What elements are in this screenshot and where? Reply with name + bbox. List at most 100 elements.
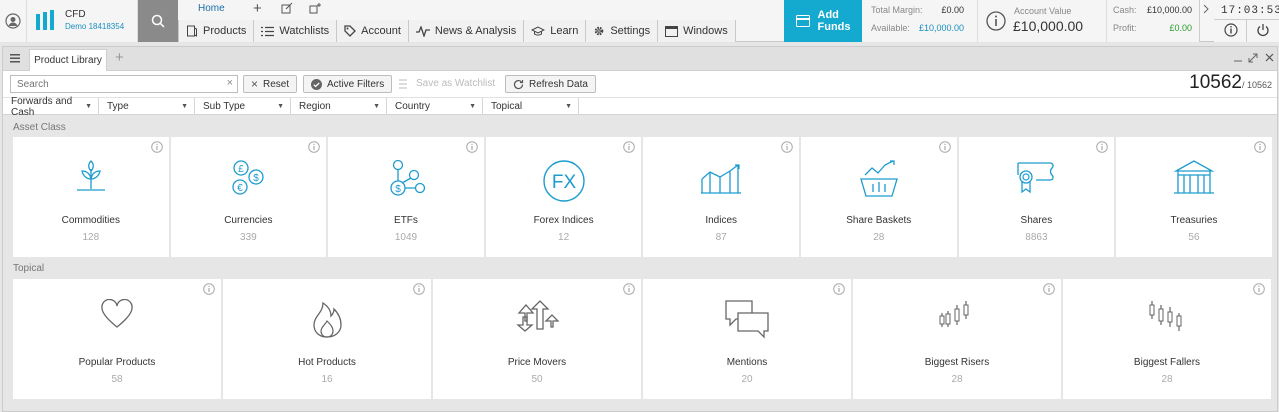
gear-icon: [593, 25, 605, 37]
card-count: 58: [111, 374, 123, 385]
dropdown-arrow-icon: ▼: [181, 103, 188, 110]
dropdown-arrow-icon: ▼: [85, 103, 92, 110]
nav-windows[interactable]: Windows: [657, 20, 736, 42]
info-icon[interactable]: [150, 141, 163, 153]
card-label: Share Baskets: [846, 215, 912, 226]
help-info-icon[interactable]: [1224, 23, 1238, 37]
card-count: 28: [1161, 374, 1173, 385]
save-watchlist-button[interactable]: Save as Watchlist: [399, 78, 495, 89]
card-label: Forex Indices: [533, 215, 594, 226]
clear-search-icon[interactable]: ×: [227, 77, 233, 89]
info-icon[interactable]: [203, 283, 215, 295]
card-icon: [795, 15, 810, 27]
add-panel-tab-icon[interactable]: +: [115, 50, 124, 66]
card-biggest-fallers[interactable]: Biggest Fallers 28: [1063, 279, 1271, 399]
nav-settings[interactable]: Settings: [585, 20, 658, 42]
dropdown-arrow-icon: ▼: [565, 103, 572, 110]
info-icon[interactable]: [986, 11, 1006, 31]
nav-products[interactable]: Products: [178, 20, 254, 42]
card-share-baskets[interactable]: Share Baskets 28: [801, 137, 957, 257]
home-link[interactable]: Home: [198, 3, 225, 14]
power-icon[interactable]: [1256, 23, 1270, 37]
card-forex-indices[interactable]: FX Forex Indices 12: [485, 137, 642, 257]
nav-watchlists[interactable]: Watchlists: [253, 20, 337, 42]
filter-dropdown-forwards-and-cash[interactable]: Forwards and Cash ▼: [3, 96, 99, 118]
available-value: £10,000.00: [918, 23, 964, 33]
info-icon[interactable]: [623, 283, 635, 295]
candles-up-icon: [939, 299, 975, 335]
dropdown-arrow-icon: ▼: [469, 103, 476, 110]
nav-news-analysis[interactable]: News & Analysis: [407, 20, 524, 42]
filter-dropdown-topical[interactable]: Topical ▼: [483, 98, 579, 115]
info-icon[interactable]: [833, 283, 845, 295]
filter-dropdown-sub-type[interactable]: Sub Type ▼: [195, 98, 291, 115]
fx-icon: FX: [542, 159, 586, 203]
refresh-data-button[interactable]: Refresh Data: [505, 75, 596, 93]
new-window-icon[interactable]: [309, 2, 323, 14]
toolbar: × × Reset Active Filters Save as Watchli…: [3, 71, 1277, 97]
card-count: 20: [741, 374, 753, 385]
info-icon[interactable]: [465, 141, 478, 153]
card-label: Biggest Fallers: [1133, 357, 1201, 368]
active-filters-button[interactable]: Active Filters: [303, 75, 393, 93]
info-icon[interactable]: [308, 141, 320, 153]
info-icon[interactable]: [413, 283, 425, 295]
card-indices[interactable]: Indices 87: [643, 137, 799, 257]
filter-label: Sub Type: [203, 101, 246, 112]
account-value-panel: Account Value £10,000.00: [978, 0, 1106, 42]
global-search-button[interactable]: [138, 0, 178, 42]
tab-label: Product Library: [34, 55, 102, 66]
nav-account[interactable]: Account: [336, 20, 408, 42]
info-icon[interactable]: [1096, 141, 1108, 153]
card-treasuries[interactable]: Treasuries 56: [1116, 137, 1272, 257]
expand-icon[interactable]: [1248, 53, 1258, 63]
user-icon[interactable]: [5, 13, 21, 29]
list-add-icon: [399, 79, 407, 88]
card-biggest-risers[interactable]: Biggest Risers 28: [853, 279, 1061, 399]
info-icon[interactable]: [1253, 141, 1266, 153]
card-count: 50: [531, 374, 543, 385]
edit-icon[interactable]: [281, 2, 293, 14]
chevron-right-icon[interactable]: [1203, 4, 1209, 14]
add-funds-line2: Funds: [817, 21, 851, 33]
add-tab-icon[interactable]: +: [253, 1, 262, 16]
card-label: Price Movers: [507, 357, 567, 368]
card-label: Currencies: [224, 215, 273, 226]
close-icon[interactable]: [1265, 53, 1274, 62]
info-icon[interactable]: [938, 141, 951, 153]
total-margin-label: Total Margin:: [871, 5, 923, 15]
filter-dropdown-type[interactable]: Type ▼: [99, 98, 195, 115]
info-icon[interactable]: [623, 141, 636, 153]
filter-bar: Forwards and Cash ▼ Type ▼ Sub Type ▼ Region ▼ C…: [3, 96, 1277, 118]
card-count: 28: [951, 374, 963, 385]
card-shares[interactable]: Shares 8863: [958, 137, 1115, 257]
dropdown-arrow-icon: ▼: [373, 103, 380, 110]
info-icon[interactable]: [1043, 283, 1055, 295]
add-funds-button[interactable]: Add Funds: [784, 0, 862, 42]
search-input[interactable]: [11, 76, 216, 92]
tab-product-library[interactable]: Product Library: [29, 49, 107, 71]
card-label: Mentions: [726, 357, 768, 368]
card-mentions[interactable]: Mentions 20: [643, 279, 851, 399]
card-currencies[interactable]: £ $ € Currencies 339: [170, 137, 327, 257]
card-count: 1049: [394, 232, 418, 243]
filter-dropdown-country[interactable]: Country ▼: [387, 98, 483, 115]
svg-text:€: €: [238, 183, 244, 194]
card-etfs[interactable]: $ ETFs 1049: [328, 137, 484, 257]
card-commodities[interactable]: Commodities 128: [13, 137, 169, 257]
refresh-label: Refresh Data: [529, 78, 588, 90]
card-popular-products[interactable]: Popular Products 58: [13, 279, 221, 399]
card-price-movers[interactable]: Price Movers 50: [433, 279, 641, 399]
info-icon[interactable]: [781, 141, 793, 153]
menu-icon[interactable]: [10, 54, 20, 63]
cash-label: Cash:: [1113, 5, 1137, 15]
reset-button[interactable]: × Reset: [243, 75, 298, 93]
filter-dropdown-region[interactable]: Region ▼: [291, 98, 387, 115]
nav-label: Windows: [683, 25, 728, 37]
card-hot-products[interactable]: Hot Products 16: [223, 279, 431, 399]
mortarboard-icon: [531, 26, 546, 36]
brand-area: CFD Demo 18418354: [0, 0, 138, 42]
info-icon[interactable]: [1253, 283, 1265, 295]
nav-learn[interactable]: Learn: [523, 20, 586, 42]
minimize-icon[interactable]: [1233, 53, 1243, 63]
